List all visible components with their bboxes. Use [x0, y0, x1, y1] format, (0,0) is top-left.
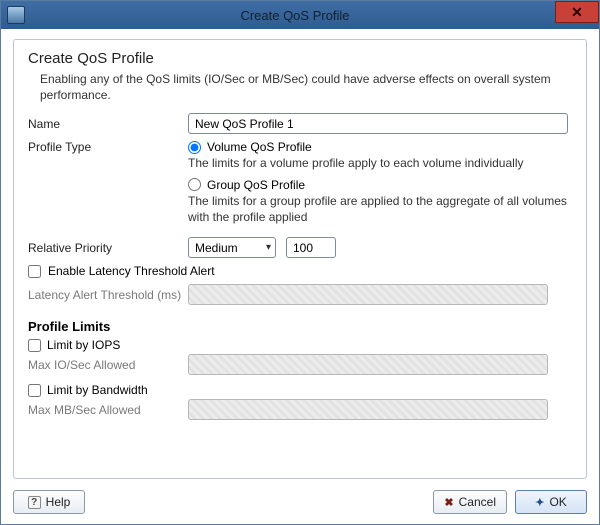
latency-threshold-input [188, 284, 548, 305]
group-profile-radio-label: Group QoS Profile [207, 178, 305, 192]
latency-enable-checkbox[interactable] [28, 265, 41, 278]
max-bandwidth-input [188, 399, 548, 420]
volume-profile-radio-label: Volume QoS Profile [207, 140, 312, 154]
group-profile-help: The limits for a group profile are appli… [188, 194, 572, 225]
close-button[interactable]: ✕ [555, 1, 599, 23]
max-bandwidth-label: Max MB/Sec Allowed [28, 403, 188, 417]
close-icon: ✕ [571, 4, 583, 21]
cancel-button-label: Cancel [459, 495, 496, 509]
group-profile-radio[interactable] [188, 178, 201, 191]
ok-icon: ✦ [535, 496, 544, 509]
latency-enable-label: Enable Latency Threshold Alert [48, 264, 215, 278]
limit-bandwidth-label: Limit by Bandwidth [47, 383, 148, 397]
limit-iops-checkbox[interactable] [28, 339, 41, 352]
footer-bar: ? Help ✖ Cancel ✦ OK [1, 481, 599, 523]
app-icon [7, 6, 25, 24]
help-button[interactable]: ? Help [13, 490, 85, 514]
profile-limits-title: Profile Limits [28, 319, 572, 334]
priority-select-value: Medium [195, 241, 238, 255]
profile-type-label: Profile Type [28, 140, 188, 154]
window-title: Create QoS Profile [31, 8, 599, 23]
help-button-label: Help [46, 495, 71, 509]
limit-bandwidth-checkbox[interactable] [28, 384, 41, 397]
main-panel: Create QoS Profile Enabling any of the Q… [13, 39, 587, 479]
priority-numeric-input[interactable] [286, 237, 336, 258]
chevron-down-icon: ▾ [266, 242, 271, 253]
ok-button[interactable]: ✦ OK [515, 490, 587, 514]
cancel-icon: ✖ [444, 496, 453, 509]
cancel-button[interactable]: ✖ Cancel [433, 490, 507, 514]
name-label: Name [28, 117, 188, 131]
latency-threshold-label: Latency Alert Threshold (ms) [28, 288, 188, 302]
volume-profile-help: The limits for a volume profile apply to… [188, 156, 572, 172]
title-bar: Create QoS Profile ✕ [1, 1, 599, 29]
ok-button-label: OK [549, 495, 566, 509]
help-icon: ? [28, 496, 41, 509]
name-input[interactable] [188, 113, 568, 134]
panel-title: Create QoS Profile [28, 50, 572, 67]
panel-description: Enabling any of the QoS limits (IO/Sec o… [40, 71, 572, 103]
volume-profile-radio[interactable] [188, 141, 201, 154]
max-iops-input [188, 354, 548, 375]
priority-label: Relative Priority [28, 241, 188, 255]
limit-iops-label: Limit by IOPS [47, 338, 120, 352]
priority-select[interactable]: Medium ▾ [188, 237, 276, 258]
max-iops-label: Max IO/Sec Allowed [28, 358, 188, 372]
